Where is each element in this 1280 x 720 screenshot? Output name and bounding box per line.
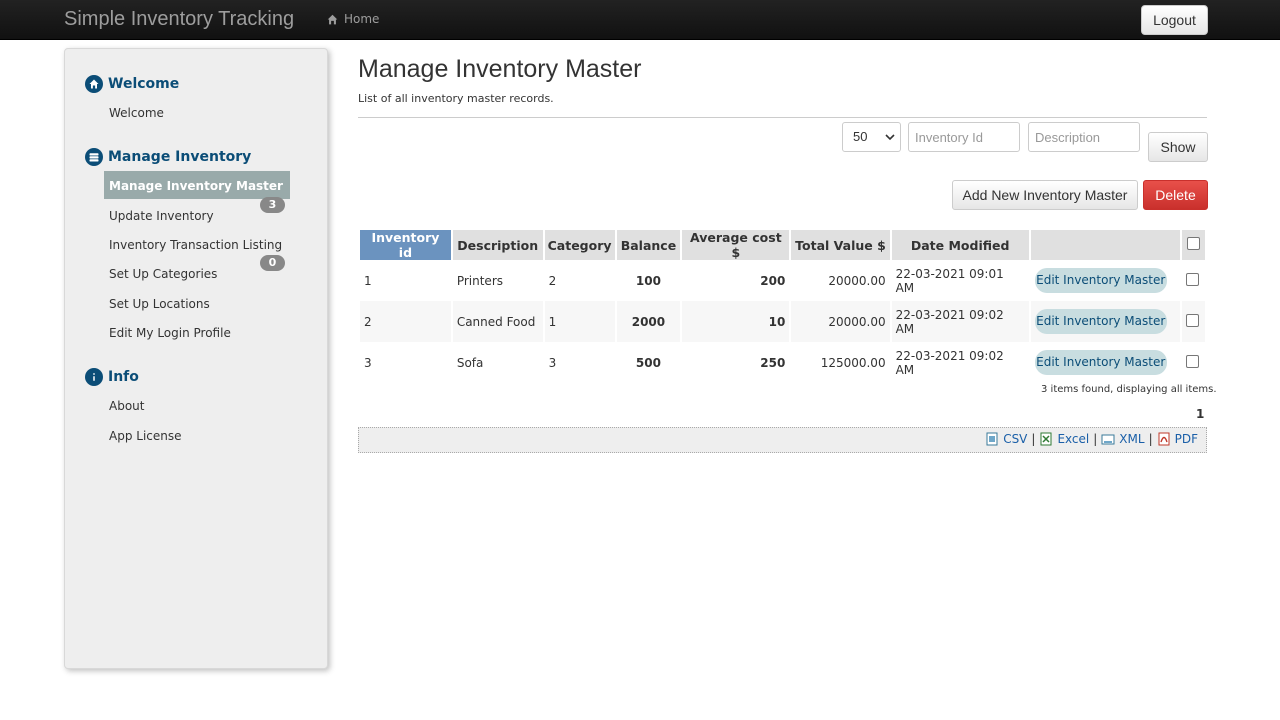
top-navbar: Simple Inventory Tracking Home Logout bbox=[0, 0, 1280, 40]
cell-id: 1 bbox=[364, 273, 372, 288]
home-icon bbox=[85, 75, 103, 93]
pdf-file-icon bbox=[1158, 432, 1170, 446]
page-subtitle: List of all inventory master records. bbox=[358, 92, 554, 105]
column-header-description[interactable]: Description bbox=[452, 230, 543, 260]
export-excel-link[interactable]: Excel bbox=[1057, 432, 1089, 446]
page-number[interactable]: 1 bbox=[1196, 407, 1204, 421]
items-found-text: 3 items found, displaying all items. bbox=[1041, 384, 1217, 395]
cell-select bbox=[1182, 260, 1205, 301]
edit-inventory-master-button[interactable]: Edit Inventory Master bbox=[1034, 309, 1167, 334]
sidebar-heading-info: Info bbox=[85, 368, 139, 386]
add-new-inventory-master-button[interactable]: Add New Inventory Master bbox=[952, 180, 1138, 210]
cell-id: 2 bbox=[360, 301, 451, 342]
cell-description: Sofa bbox=[456, 355, 484, 370]
home-link[interactable]: Home bbox=[327, 12, 379, 26]
sidebar-item-update-inventory[interactable]: Update Inventory bbox=[109, 209, 214, 223]
cell-date-modified: 22-03-2021 09:02 AM bbox=[891, 301, 1029, 342]
page-title: Manage Inventory Master bbox=[358, 55, 642, 83]
select-all-checkbox[interactable] bbox=[1187, 237, 1201, 250]
sidebar-heading-welcome: Welcome bbox=[85, 75, 179, 93]
export-bar: CSV | Excel | XML | PDF bbox=[358, 427, 1207, 453]
table-row: 1 Printers 2 100 200 20000.00 22-03-2021… bbox=[360, 260, 1205, 301]
xml-file-icon bbox=[1101, 434, 1115, 445]
logout-button[interactable]: Logout bbox=[1141, 5, 1208, 35]
cell-average-cost: 10 bbox=[682, 301, 790, 342]
cell-description: Printers bbox=[456, 273, 503, 288]
show-button[interactable]: Show bbox=[1148, 132, 1208, 162]
page-size-select[interactable]: 50 bbox=[842, 122, 901, 152]
info-icon bbox=[85, 368, 103, 386]
home-link-label: Home bbox=[344, 12, 380, 26]
cell-total-value: 125000.00 bbox=[820, 355, 886, 370]
csv-file-icon bbox=[986, 432, 998, 446]
column-header-inventory-id[interactable]: Inventory id bbox=[360, 230, 451, 260]
app-brand[interactable]: Simple Inventory Tracking bbox=[64, 8, 294, 31]
cell-id: 3 bbox=[364, 355, 372, 370]
database-icon bbox=[85, 148, 103, 166]
cell-date-modified: 22-03-2021 09:01 AM bbox=[895, 266, 1004, 295]
export-xml-link[interactable]: XML bbox=[1119, 432, 1144, 446]
row-checkbox[interactable] bbox=[1186, 313, 1200, 327]
header-divider bbox=[358, 117, 1207, 118]
sidebar-item-set-up-locations[interactable]: Set Up Locations bbox=[109, 297, 210, 311]
cell-total-value: 20000.00 bbox=[791, 301, 890, 342]
export-csv-link[interactable]: CSV bbox=[1003, 432, 1027, 446]
cell-average-cost: 200 bbox=[760, 273, 786, 288]
cell-select bbox=[1182, 342, 1205, 383]
excel-file-icon bbox=[1040, 432, 1052, 446]
column-header-total-value: Total Value $ bbox=[791, 230, 890, 260]
edit-inventory-master-button[interactable]: Edit Inventory Master bbox=[1034, 350, 1167, 375]
cell-actions: Edit Inventory Master bbox=[1031, 260, 1180, 301]
sidebar-item-inventory-transaction-listing[interactable]: Inventory Transaction Listing bbox=[109, 238, 282, 252]
cell-actions: Edit Inventory Master bbox=[1030, 301, 1181, 342]
column-header-date-modified: Date Modified bbox=[891, 230, 1029, 260]
sidebar: Welcome Welcome Manage Inventory Manage … bbox=[64, 48, 328, 669]
cell-category: 2 bbox=[548, 273, 557, 288]
export-pdf-link[interactable]: PDF bbox=[1175, 432, 1198, 446]
cell-description: Canned Food bbox=[452, 301, 543, 342]
cell-total-value: 20000.00 bbox=[828, 273, 886, 288]
table-row: 2 Canned Food 1 2000 10 20000.00 22-03-2… bbox=[360, 301, 1205, 342]
column-header-balance: Balance bbox=[616, 230, 681, 260]
table-row: 3 Sofa 3 500 250 125000.00 22-03-2021 09… bbox=[360, 342, 1205, 383]
description-input[interactable] bbox=[1028, 122, 1140, 152]
chevron-down-icon bbox=[885, 134, 895, 141]
row-checkbox[interactable] bbox=[1186, 272, 1200, 286]
column-header-average-cost: Average cost $ bbox=[682, 230, 790, 260]
cell-balance: 500 bbox=[635, 355, 661, 370]
delete-button[interactable]: Delete bbox=[1143, 180, 1208, 210]
export-links: CSV | Excel | XML | PDF bbox=[985, 432, 1198, 446]
sidebar-item-manage-inventory-master[interactable]: Manage Inventory Master bbox=[104, 171, 290, 199]
home-icon bbox=[327, 14, 338, 24]
cell-balance: 100 bbox=[635, 273, 661, 288]
cell-category: 1 bbox=[544, 301, 615, 342]
sidebar-item-app-license[interactable]: App License bbox=[109, 429, 182, 443]
cell-actions: Edit Inventory Master bbox=[1031, 342, 1180, 383]
sidebar-item-edit-my-login-profile[interactable]: Edit My Login Profile bbox=[109, 326, 231, 340]
inventory-table: Inventory id Description Category Balanc… bbox=[358, 230, 1207, 383]
cell-date-modified: 22-03-2021 09:02 AM bbox=[895, 348, 1004, 377]
sidebar-item-about[interactable]: About bbox=[109, 399, 144, 413]
cell-average-cost: 250 bbox=[760, 355, 786, 370]
edit-inventory-master-button[interactable]: Edit Inventory Master bbox=[1034, 268, 1167, 293]
update-inventory-badge: 3 bbox=[260, 197, 285, 213]
row-checkbox[interactable] bbox=[1186, 354, 1200, 368]
column-header-select bbox=[1182, 230, 1205, 260]
column-header-category[interactable]: Category bbox=[544, 230, 615, 260]
cell-category: 3 bbox=[548, 355, 557, 370]
cell-balance: 2000 bbox=[616, 301, 681, 342]
set-up-categories-badge: 0 bbox=[260, 255, 285, 271]
sidebar-item-set-up-categories[interactable]: Set Up Categories bbox=[109, 267, 217, 281]
sidebar-item-welcome[interactable]: Welcome bbox=[109, 106, 164, 120]
cell-select bbox=[1182, 301, 1205, 342]
inventory-id-input[interactable] bbox=[908, 122, 1020, 152]
table-header-row: Inventory id Description Category Balanc… bbox=[360, 230, 1205, 260]
sidebar-heading-manage-inventory: Manage Inventory bbox=[85, 148, 251, 166]
column-header-actions bbox=[1030, 230, 1181, 260]
